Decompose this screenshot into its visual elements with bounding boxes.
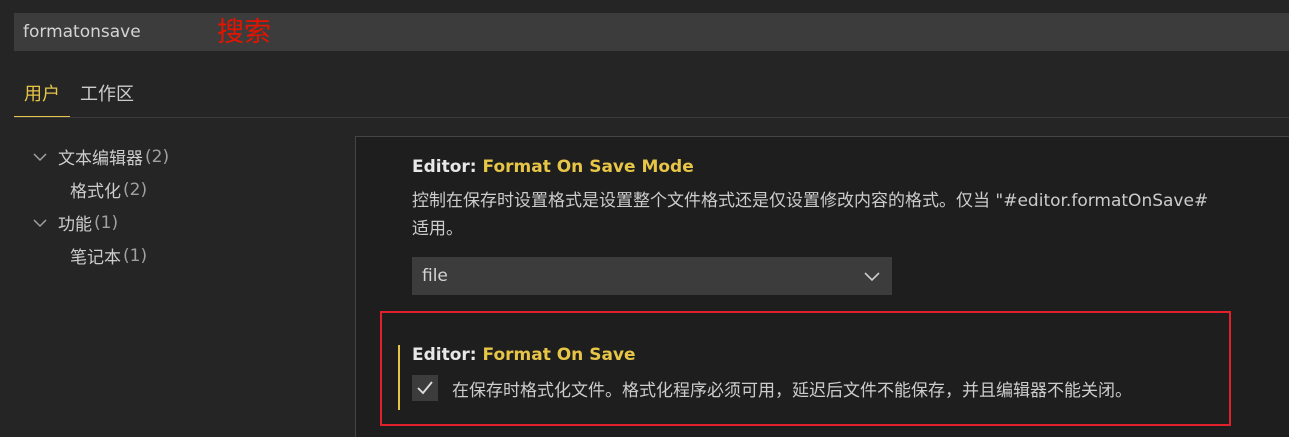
- format-on-save-mode-select[interactable]: file: [412, 257, 892, 295]
- tree-item-count: (1): [94, 212, 119, 233]
- tree-item-count: (1): [123, 245, 148, 266]
- setting-format-on-save-mode: Editor: Format On Save Mode 控制在保存时设置格式是设…: [412, 157, 1289, 295]
- tree-item-count: (2): [145, 146, 170, 167]
- tree-item-formatting[interactable]: 格式化 (2): [30, 173, 330, 206]
- checkbox-row: 在保存时格式化文件。格式化程序必须可用，延迟后文件不能保存，并且编辑器不能关闭。: [412, 375, 1228, 401]
- tree-item-label: 文本编辑器: [58, 149, 143, 169]
- search-bar: 搜索: [14, 13, 1289, 51]
- tree-item-count: (2): [123, 179, 148, 200]
- setting-description-line2: 适用。: [412, 219, 463, 239]
- setting-name: Format On Save: [482, 345, 636, 365]
- setting-title: Editor: Format On Save Mode: [412, 157, 1289, 177]
- setting-category: Editor:: [412, 157, 483, 177]
- tree-item-features[interactable]: 功能 (1): [30, 206, 330, 239]
- setting-description-line1: 控制在保存时设置格式是设置整个文件格式还是仅设置修改内容的格式。仅当 "#edi…: [412, 191, 1209, 211]
- chevron-down-icon: [864, 272, 880, 282]
- tree-item-notebook[interactable]: 笔记本 (1): [30, 239, 330, 272]
- setting-category: Editor:: [412, 345, 483, 365]
- setting-title: Editor: Format On Save: [412, 345, 1228, 365]
- settings-tabs: 用户 工作区: [14, 72, 144, 118]
- setting-description: 控制在保存时设置格式是设置整个文件格式还是仅设置修改内容的格式。仅当 "#edi…: [412, 187, 1289, 243]
- tree-item-text-editor[interactable]: 文本编辑器 (2): [30, 140, 330, 173]
- tree-item-label: 笔记本: [70, 248, 121, 268]
- setting-format-on-save: Editor: Format On Save 在保存时格式化文件。格式化程序必须…: [398, 345, 1228, 410]
- checkmark-icon: [417, 381, 433, 395]
- select-value: file: [422, 266, 448, 286]
- checkbox-label: 在保存时格式化文件。格式化程序必须可用，延迟后文件不能保存，并且编辑器不能关闭。: [452, 380, 1132, 401]
- tab-user[interactable]: 用户: [14, 72, 70, 118]
- chevron-down-icon: [33, 218, 47, 227]
- tree-item-label: 功能: [58, 215, 92, 235]
- tabs-divider: [14, 117, 1289, 118]
- setting-name: Format On Save Mode: [482, 157, 694, 177]
- tab-workspace[interactable]: 工作区: [70, 72, 144, 118]
- chevron-down-icon: [33, 152, 47, 161]
- search-input[interactable]: [23, 17, 193, 47]
- settings-tree: 文本编辑器 (2) 格式化 (2) 功能 (1) 笔记本 (1): [30, 140, 330, 272]
- format-on-save-checkbox[interactable]: [412, 375, 438, 401]
- settings-page: 搜索 用户 工作区 文本编辑器 (2) 格式化 (2) 功能 (1) 笔记本 (…: [0, 0, 1289, 437]
- search-annotation: 搜索: [217, 16, 271, 48]
- tree-item-label: 格式化: [70, 182, 121, 202]
